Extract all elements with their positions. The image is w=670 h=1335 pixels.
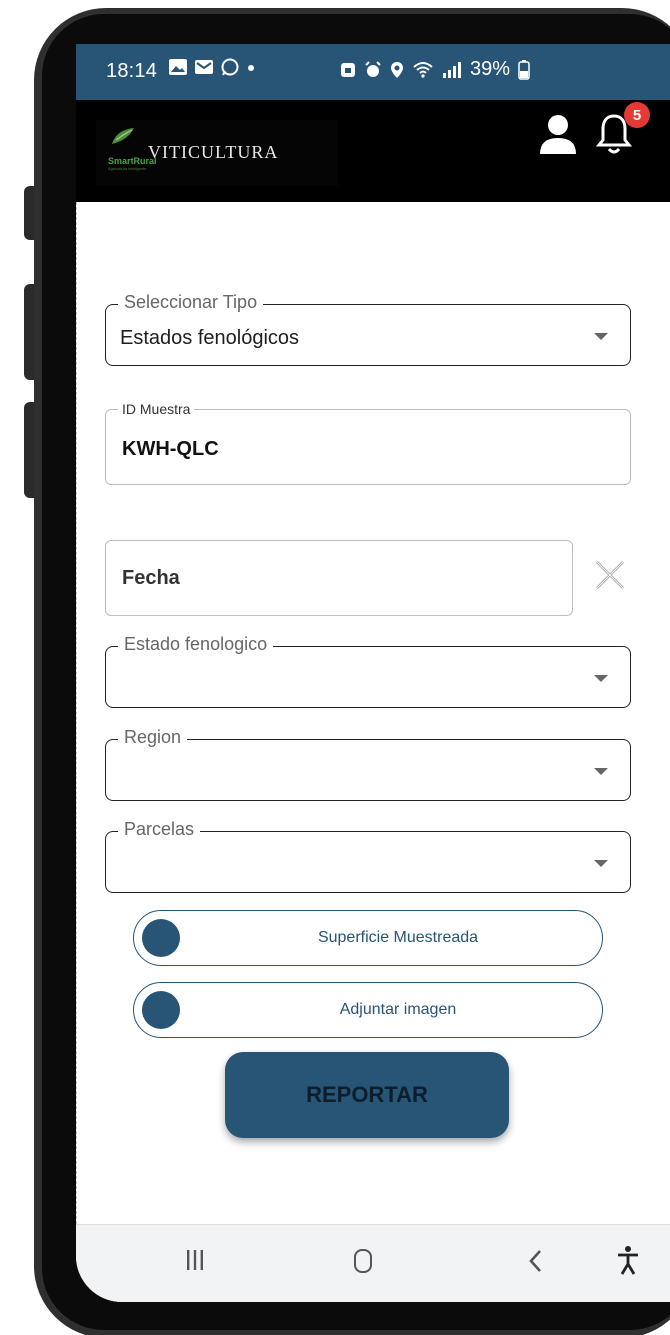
adjuntar-imagen-toggle[interactable]: Adjuntar imagen xyxy=(133,982,603,1038)
system-nav-bar xyxy=(76,1224,670,1302)
chevron-down-icon xyxy=(594,768,608,775)
tipo-select[interactable]: Seleccionar Tipo Estados fenológicos xyxy=(105,292,631,366)
superficie-muestreada-label: Superficie Muestreada xyxy=(317,929,479,946)
tipo-select-value: Estados fenológicos xyxy=(120,327,300,349)
notification-badge: 5 xyxy=(624,102,650,128)
superficie-muestreada-toggle[interactable]: Superficie Muestreada xyxy=(133,910,603,966)
parcelas-label: Parcelas xyxy=(118,819,201,840)
fecha-field[interactable]: Fecha xyxy=(105,540,573,616)
status-notification-icons xyxy=(168,58,256,76)
chevron-down-icon xyxy=(594,675,608,682)
chevron-down-icon xyxy=(594,333,608,340)
estado-fenologico-select[interactable]: Estado fenologico xyxy=(105,634,631,708)
message-icon xyxy=(195,60,213,74)
tipo-select-label: Seleccionar Tipo xyxy=(118,292,264,313)
screen: 18:14 39% VITICULTURA SmartRural Agricul… xyxy=(76,44,670,1302)
logo-tagline: Agricultura inteligente xyxy=(108,166,147,171)
accessibility-icon[interactable] xyxy=(616,1245,640,1275)
report-button[interactable]: REPORTAR xyxy=(225,1052,509,1138)
status-time: 18:14 xyxy=(106,60,158,82)
status-system-icons: 39% xyxy=(340,58,530,81)
lock-icon xyxy=(341,62,355,77)
clear-date-icon[interactable] xyxy=(593,558,627,592)
logo-brand: SmartRural xyxy=(108,156,157,166)
region-label: Region xyxy=(118,727,188,748)
report-form: Seleccionar Tipo Estados fenológicos ID … xyxy=(76,202,670,1224)
whatsapp-icon xyxy=(221,58,239,76)
fecha-placeholder: Fecha xyxy=(122,567,180,589)
chevron-down-icon xyxy=(594,860,608,867)
estado-fenologico-label: Estado fenologico xyxy=(118,634,274,655)
alarm-icon xyxy=(365,60,381,77)
id-muestra-label: ID Muestra xyxy=(118,401,195,417)
location-icon xyxy=(391,61,403,78)
recents-icon[interactable] xyxy=(186,1249,204,1271)
home-icon[interactable] xyxy=(354,1249,372,1273)
gallery-icon xyxy=(169,59,187,75)
user-icon[interactable] xyxy=(538,114,578,156)
logo-title: VITICULTURA xyxy=(148,142,279,162)
wifi-icon xyxy=(413,61,433,78)
id-muestra-value: KWH-QLC xyxy=(122,438,219,460)
signal-icon xyxy=(443,61,461,78)
dot-icon xyxy=(248,65,254,71)
battery-icon xyxy=(518,59,530,80)
app-logo[interactable]: VITICULTURA SmartRural Agricultura intel… xyxy=(96,120,338,186)
region-select[interactable]: Region xyxy=(105,727,631,801)
app-header: VITICULTURA SmartRural Agricultura intel… xyxy=(76,100,670,202)
page: 18:14 39% VITICULTURA SmartRural Agricul… xyxy=(0,0,670,1335)
battery-percent: 39% xyxy=(470,58,511,80)
adjuntar-imagen-label: Adjuntar imagen xyxy=(339,1001,457,1018)
back-icon[interactable] xyxy=(528,1249,542,1273)
parcelas-select[interactable]: Parcelas xyxy=(105,819,631,893)
status-bar: 18:14 39% xyxy=(76,44,670,100)
id-muestra-field[interactable]: ID Muestra KWH-QLC xyxy=(105,401,631,485)
leaf-logo-icon xyxy=(112,128,134,144)
